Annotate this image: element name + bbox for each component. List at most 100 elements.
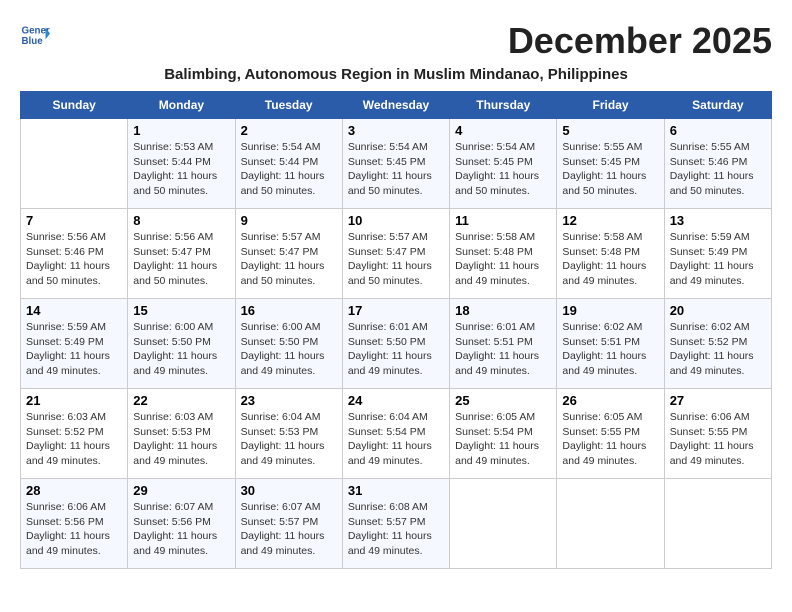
calendar-cell: 21 Sunrise: 6:03 AMSunset: 5:52 PMDayligh… (21, 389, 128, 479)
day-number: 10 (348, 213, 444, 228)
day-info: Sunrise: 6:06 AMSunset: 5:56 PMDaylight:… (26, 500, 122, 559)
calendar-cell: 22 Sunrise: 6:03 AMSunset: 5:53 PMDayligh… (128, 389, 235, 479)
day-info: Sunrise: 6:07 AMSunset: 5:57 PMDaylight:… (241, 500, 337, 559)
day-number: 3 (348, 123, 444, 138)
svg-text:Blue: Blue (22, 36, 44, 47)
calendar-cell: 30 Sunrise: 6:07 AMSunset: 5:57 PMDayligh… (235, 479, 342, 569)
day-info: Sunrise: 6:06 AMSunset: 5:55 PMDaylight:… (670, 410, 766, 469)
day-number: 27 (670, 393, 766, 408)
calendar-header-row: SundayMondayTuesdayWednesdayThursdayFrid… (21, 92, 772, 119)
day-number: 21 (26, 393, 122, 408)
day-number: 23 (241, 393, 337, 408)
day-info: Sunrise: 6:07 AMSunset: 5:56 PMDaylight:… (133, 500, 229, 559)
day-number: 26 (562, 393, 658, 408)
day-number: 7 (26, 213, 122, 228)
calendar-cell: 18 Sunrise: 6:01 AMSunset: 5:51 PMDayligh… (450, 299, 557, 389)
calendar-cell: 1 Sunrise: 5:53 AMSunset: 5:44 PMDaylight… (128, 119, 235, 209)
calendar-cell (664, 479, 771, 569)
day-info: Sunrise: 5:55 AMSunset: 5:45 PMDaylight:… (562, 140, 658, 199)
day-header-saturday: Saturday (664, 92, 771, 119)
calendar-cell: 12 Sunrise: 5:58 AMSunset: 5:48 PMDayligh… (557, 209, 664, 299)
day-header-tuesday: Tuesday (235, 92, 342, 119)
calendar-cell: 2 Sunrise: 5:54 AMSunset: 5:44 PMDaylight… (235, 119, 342, 209)
calendar-week-3: 14 Sunrise: 5:59 AMSunset: 5:49 PMDayligh… (21, 299, 772, 389)
calendar-cell: 28 Sunrise: 6:06 AMSunset: 5:56 PMDayligh… (21, 479, 128, 569)
calendar-cell (450, 479, 557, 569)
day-info: Sunrise: 5:57 AMSunset: 5:47 PMDaylight:… (348, 230, 444, 289)
calendar-cell: 29 Sunrise: 6:07 AMSunset: 5:56 PMDayligh… (128, 479, 235, 569)
day-info: Sunrise: 6:01 AMSunset: 5:50 PMDaylight:… (348, 320, 444, 379)
day-info: Sunrise: 6:02 AMSunset: 5:51 PMDaylight:… (562, 320, 658, 379)
calendar-cell: 27 Sunrise: 6:06 AMSunset: 5:55 PMDayligh… (664, 389, 771, 479)
calendar-cell (557, 479, 664, 569)
calendar-cell: 11 Sunrise: 5:58 AMSunset: 5:48 PMDayligh… (450, 209, 557, 299)
day-info: Sunrise: 6:03 AMSunset: 5:52 PMDaylight:… (26, 410, 122, 469)
day-info: Sunrise: 6:01 AMSunset: 5:51 PMDaylight:… (455, 320, 551, 379)
day-number: 22 (133, 393, 229, 408)
day-info: Sunrise: 5:58 AMSunset: 5:48 PMDaylight:… (562, 230, 658, 289)
day-info: Sunrise: 5:54 AMSunset: 5:44 PMDaylight:… (241, 140, 337, 199)
calendar-cell: 7Sunrise: 5:56 AMSunset: 5:46 PMDaylight… (21, 209, 128, 299)
day-header-thursday: Thursday (450, 92, 557, 119)
day-number: 13 (670, 213, 766, 228)
day-number: 24 (348, 393, 444, 408)
day-info: Sunrise: 6:08 AMSunset: 5:57 PMDaylight:… (348, 500, 444, 559)
day-info: Sunrise: 6:04 AMSunset: 5:53 PMDaylight:… (241, 410, 337, 469)
calendar-cell: 16Sunrise: 6:00 AMSunset: 5:50 PMDayligh… (235, 299, 342, 389)
day-number: 16 (241, 303, 337, 318)
calendar-cell: 24Sunrise: 6:04 AMSunset: 5:54 PMDayligh… (342, 389, 449, 479)
calendar-cell: 17 Sunrise: 6:01 AMSunset: 5:50 PMDayligh… (342, 299, 449, 389)
calendar-body: 1 Sunrise: 5:53 AMSunset: 5:44 PMDaylight… (21, 119, 772, 569)
calendar-cell: 19 Sunrise: 6:02 AMSunset: 5:51 PMDayligh… (557, 299, 664, 389)
day-info: Sunrise: 5:54 AMSunset: 5:45 PMDaylight:… (348, 140, 444, 199)
calendar-cell: 9Sunrise: 5:57 AMSunset: 5:47 PMDaylight… (235, 209, 342, 299)
day-info: Sunrise: 6:05 AMSunset: 5:55 PMDaylight:… (562, 410, 658, 469)
day-number: 1 (133, 123, 229, 138)
day-number: 11 (455, 213, 551, 228)
calendar-cell: 20Sunrise: 6:02 AMSunset: 5:52 PMDayligh… (664, 299, 771, 389)
day-number: 17 (348, 303, 444, 318)
day-number: 19 (562, 303, 658, 318)
calendar-cell: 15Sunrise: 6:00 AMSunset: 5:50 PMDayligh… (128, 299, 235, 389)
day-info: Sunrise: 5:56 AMSunset: 5:47 PMDaylight:… (133, 230, 229, 289)
calendar-cell: 8 Sunrise: 5:56 AMSunset: 5:47 PMDaylight… (128, 209, 235, 299)
logo-icon: General Blue (20, 20, 50, 50)
day-info: Sunrise: 5:59 AMSunset: 5:49 PMDaylight:… (670, 230, 766, 289)
day-number: 29 (133, 483, 229, 498)
day-info: Sunrise: 5:53 AMSunset: 5:44 PMDaylight:… (133, 140, 229, 199)
calendar-cell: 26 Sunrise: 6:05 AMSunset: 5:55 PMDayligh… (557, 389, 664, 479)
day-info: Sunrise: 5:59 AMSunset: 5:49 PMDaylight:… (26, 320, 122, 379)
calendar-cell: 10 Sunrise: 5:57 AMSunset: 5:47 PMDayligh… (342, 209, 449, 299)
calendar-week-1: 1 Sunrise: 5:53 AMSunset: 5:44 PMDaylight… (21, 119, 772, 209)
month-title: December 2025 (508, 20, 772, 62)
day-number: 18 (455, 303, 551, 318)
day-number: 30 (241, 483, 337, 498)
day-number: 20 (670, 303, 766, 318)
calendar-cell: 5 Sunrise: 5:55 AMSunset: 5:45 PMDaylight… (557, 119, 664, 209)
calendar-week-2: 7Sunrise: 5:56 AMSunset: 5:46 PMDaylight… (21, 209, 772, 299)
day-info: Sunrise: 5:57 AMSunset: 5:47 PMDaylight:… (241, 230, 337, 289)
day-number: 14 (26, 303, 122, 318)
calendar-cell (21, 119, 128, 209)
day-number: 8 (133, 213, 229, 228)
calendar-cell: 25Sunrise: 6:05 AMSunset: 5:54 PMDayligh… (450, 389, 557, 479)
day-number: 28 (26, 483, 122, 498)
logo: General Blue (20, 20, 52, 50)
day-number: 12 (562, 213, 658, 228)
calendar-cell: 14 Sunrise: 5:59 AMSunset: 5:49 PMDayligh… (21, 299, 128, 389)
subtitle: Balimbing, Autonomous Region in Muslim M… (20, 66, 772, 83)
day-number: 4 (455, 123, 551, 138)
day-number: 2 (241, 123, 337, 138)
day-number: 5 (562, 123, 658, 138)
calendar-week-5: 28 Sunrise: 6:06 AMSunset: 5:56 PMDayligh… (21, 479, 772, 569)
day-number: 6 (670, 123, 766, 138)
calendar-table: SundayMondayTuesdayWednesdayThursdayFrid… (20, 91, 772, 569)
calendar-cell: 4Sunrise: 5:54 AMSunset: 5:45 PMDaylight… (450, 119, 557, 209)
day-header-monday: Monday (128, 92, 235, 119)
day-header-sunday: Sunday (21, 92, 128, 119)
day-info: Sunrise: 6:03 AMSunset: 5:53 PMDaylight:… (133, 410, 229, 469)
day-info: Sunrise: 5:58 AMSunset: 5:48 PMDaylight:… (455, 230, 551, 289)
title-area: December 2025 (508, 20, 772, 62)
calendar-week-4: 21 Sunrise: 6:03 AMSunset: 5:52 PMDayligh… (21, 389, 772, 479)
day-number: 25 (455, 393, 551, 408)
